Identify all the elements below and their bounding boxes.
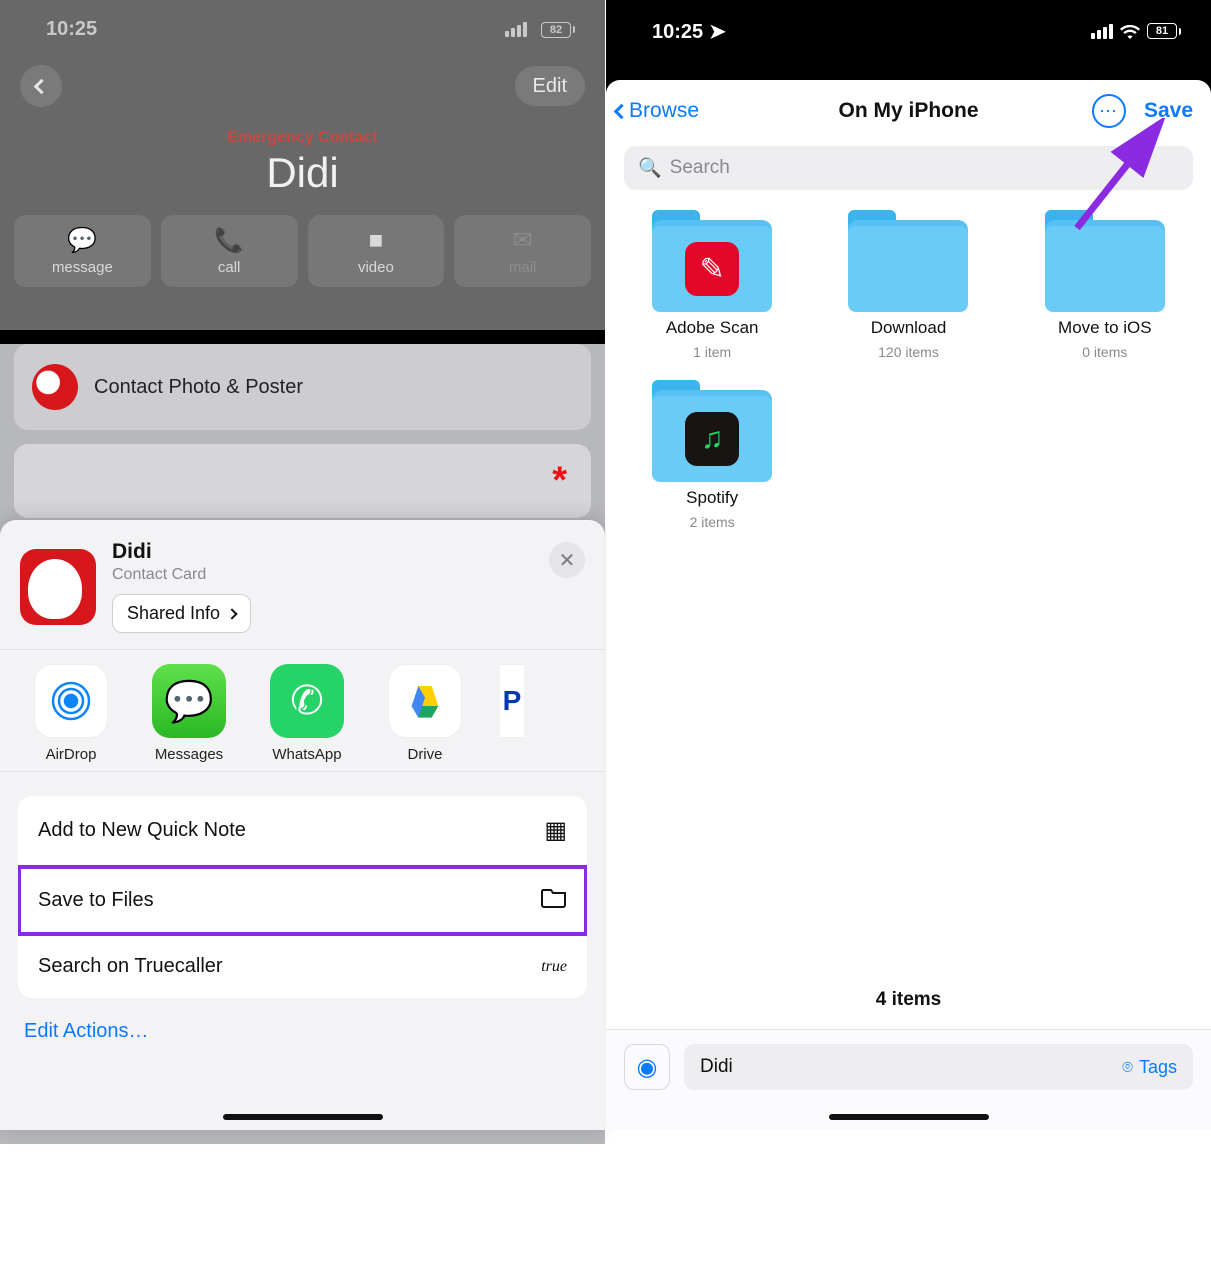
more-button[interactable]: ⋯ bbox=[1092, 94, 1126, 128]
location-icon: ➤ bbox=[709, 19, 726, 44]
share-title: Didi bbox=[112, 540, 251, 564]
share-app-whatsapp[interactable]: ✆WhatsApp bbox=[264, 664, 350, 763]
chevron-right-icon bbox=[226, 608, 237, 619]
status-icons: 82 bbox=[505, 22, 575, 38]
adobe-icon: ✎ bbox=[685, 242, 739, 296]
folder-name: Download bbox=[871, 318, 947, 338]
files-sheet: Browse On My iPhone ⋯ Save 🔍 Search ✎ Ado… bbox=[606, 80, 1211, 1130]
mail-icon: ✉ bbox=[513, 226, 533, 255]
video-button[interactable]: ■video bbox=[308, 215, 445, 287]
folder-item-count: 1 item bbox=[693, 344, 731, 360]
wifi-icon bbox=[1120, 24, 1140, 39]
home-indicator[interactable] bbox=[223, 1114, 383, 1120]
cellular-icon bbox=[1091, 24, 1113, 39]
action-quick-note[interactable]: Add to New Quick Note ▦ bbox=[18, 796, 587, 866]
share-sheet: Didi Contact Card Shared Info ✕ AirDrop … bbox=[0, 520, 605, 1130]
chevron-left-icon bbox=[614, 103, 630, 119]
folder-name: Move to iOS bbox=[1058, 318, 1152, 338]
search-placeholder: Search bbox=[670, 157, 730, 179]
folder-item[interactable]: Download 120 items bbox=[820, 220, 996, 360]
mail-button: ✉mail bbox=[454, 215, 591, 287]
edit-button[interactable]: Edit bbox=[515, 66, 585, 106]
search-input[interactable]: 🔍 Search bbox=[624, 146, 1193, 190]
status-bar: 10:25 82 bbox=[0, 0, 605, 55]
tags-icon: ⌾ bbox=[1122, 1057, 1133, 1078]
folder-item[interactable]: Move to iOS 0 items bbox=[1017, 220, 1193, 360]
contact-photo-poster-row[interactable]: Contact Photo & Poster bbox=[14, 344, 591, 430]
folder-item[interactable]: ✎ Adobe Scan 1 item bbox=[624, 220, 800, 360]
share-app-airdrop[interactable]: AirDrop bbox=[28, 664, 114, 763]
share-app-partial[interactable]: P bbox=[500, 664, 524, 763]
contact-card-icon[interactable]: ◉ bbox=[624, 1044, 670, 1090]
shared-info-button[interactable]: Shared Info bbox=[112, 594, 251, 633]
share-app-drive[interactable]: Drive bbox=[382, 664, 468, 763]
share-avatar-icon bbox=[20, 549, 96, 625]
message-button[interactable]: 💬message bbox=[14, 215, 151, 287]
phone-icon: 📞 bbox=[214, 226, 244, 255]
filename-input[interactable]: Didi ⌾Tags bbox=[684, 1044, 1193, 1090]
contact-name: Didi bbox=[0, 149, 605, 197]
folder-name: Spotify bbox=[686, 488, 738, 508]
spotify-icon: ♫ bbox=[685, 412, 739, 466]
battery-icon: 82 bbox=[541, 22, 575, 38]
edit-actions-link[interactable]: Edit Actions… bbox=[0, 998, 605, 1065]
close-button[interactable]: ✕ bbox=[549, 542, 585, 578]
folders-grid: ✎ Adobe Scan 1 item Download 120 items Move t… bbox=[606, 190, 1211, 975]
status-bar: 10:25➤ 81 bbox=[606, 0, 1211, 62]
search-icon: 🔍 bbox=[638, 156, 662, 180]
home-indicator[interactable] bbox=[829, 1114, 989, 1120]
folder-icon bbox=[848, 220, 968, 312]
share-actions-list: Add to New Quick Note ▦ Save to Files Se… bbox=[18, 796, 587, 998]
redaction-star-icon: * bbox=[552, 460, 567, 503]
redacted-row: * bbox=[14, 444, 591, 518]
folder-icon: ♫ bbox=[652, 390, 772, 482]
share-subtitle: Contact Card bbox=[112, 566, 251, 584]
message-icon: 💬 bbox=[67, 226, 97, 255]
items-count: 4 items bbox=[606, 975, 1211, 1029]
ellipsis-icon: ⋯ bbox=[1099, 101, 1119, 122]
save-button[interactable]: Save bbox=[1144, 99, 1193, 123]
call-button[interactable]: 📞call bbox=[161, 215, 298, 287]
share-app-messages[interactable]: 💬Messages bbox=[146, 664, 232, 763]
back-button[interactable] bbox=[20, 65, 62, 107]
action-truecaller[interactable]: Search on Truecaller true bbox=[18, 935, 587, 998]
tags-button[interactable]: ⌾Tags bbox=[1122, 1057, 1177, 1078]
action-save-to-files[interactable]: Save to Files bbox=[18, 866, 587, 935]
folder-item[interactable]: ♫ Spotify 2 items bbox=[624, 390, 800, 530]
truecaller-icon: true bbox=[541, 958, 567, 976]
folder-icon bbox=[1045, 220, 1165, 312]
folder-item-count: 0 items bbox=[1082, 344, 1127, 360]
status-time: 10:25➤ bbox=[652, 19, 726, 44]
status-time: 10:25 bbox=[46, 18, 97, 41]
cellular-icon bbox=[505, 22, 527, 37]
browse-back-button[interactable]: Browse bbox=[616, 99, 699, 123]
emergency-contact-label: Emergency Contact bbox=[0, 129, 605, 147]
folder-item-count: 2 items bbox=[690, 514, 735, 530]
quick-note-icon: ▦ bbox=[544, 816, 567, 845]
avatar-icon bbox=[32, 364, 78, 410]
battery-icon: 81 bbox=[1147, 23, 1181, 39]
video-icon: ■ bbox=[369, 227, 384, 255]
folder-icon: ✎ bbox=[652, 220, 772, 312]
folder-item-count: 120 items bbox=[878, 344, 939, 360]
share-apps-row[interactable]: AirDrop 💬Messages ✆WhatsApp Drive P bbox=[0, 649, 605, 772]
status-icons: 81 bbox=[1091, 23, 1181, 39]
folder-icon bbox=[541, 886, 567, 914]
folder-name: Adobe Scan bbox=[666, 318, 759, 338]
page-title: On My iPhone bbox=[838, 99, 978, 123]
